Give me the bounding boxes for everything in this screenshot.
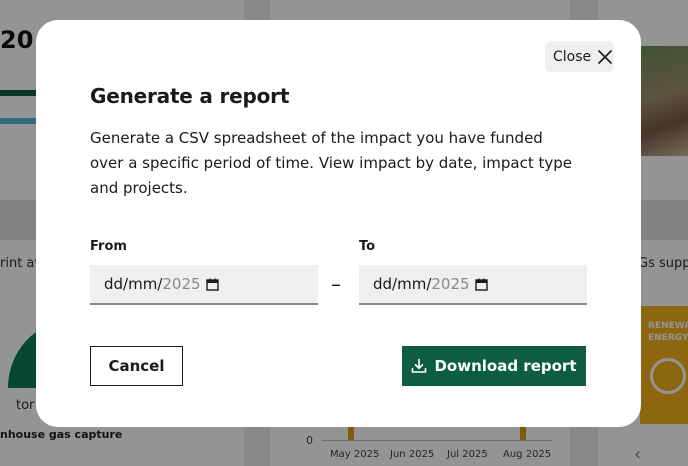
close-icon (598, 49, 612, 64)
download-icon (412, 358, 427, 373)
generate-report-dialog: Close Generate a report Generate a CSV s… (36, 20, 641, 427)
download-report-label: Download report (434, 357, 577, 375)
from-date-placeholder: dd/mm/ (104, 275, 163, 293)
close-button[interactable]: Close (545, 41, 614, 72)
from-label: From (90, 239, 127, 254)
to-date-year: 2025 (431, 275, 470, 293)
calendar-icon[interactable] (474, 278, 488, 291)
range-separator: – (331, 272, 341, 296)
close-button-label: Close (553, 48, 592, 65)
from-date-year: 2025 (162, 275, 201, 293)
dialog-title: Generate a report (90, 84, 290, 108)
to-label: To (359, 239, 376, 254)
from-date-input[interactable]: dd/mm/ 2025 (90, 265, 318, 305)
calendar-icon[interactable] (205, 278, 219, 291)
to-date-placeholder: dd/mm/ (373, 275, 432, 293)
to-date-input[interactable]: dd/mm/ 2025 (359, 265, 587, 305)
download-report-button[interactable]: Download report (402, 346, 586, 386)
dialog-description: Generate a CSV spreadsheet of the impact… (90, 129, 572, 197)
cancel-button[interactable]: Cancel (90, 346, 183, 386)
